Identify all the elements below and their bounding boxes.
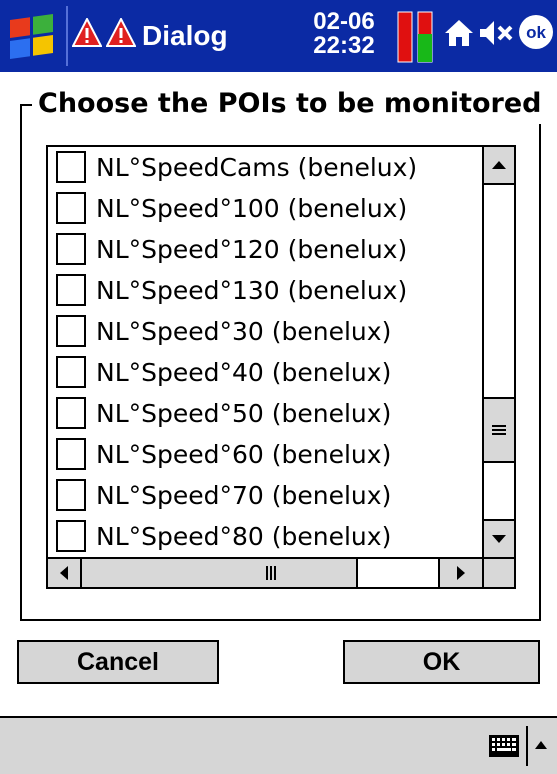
list-item[interactable]: NL°Speed°50 (benelux) <box>54 393 482 434</box>
warning-icon[interactable] <box>72 18 102 48</box>
list-item[interactable]: NL°SpeedCams (benelux) <box>54 147 482 188</box>
horizontal-scroll-thumb[interactable] <box>82 559 358 587</box>
checkbox[interactable] <box>56 397 86 429</box>
list-item-label: NL°Speed°60 (benelux) <box>96 440 392 469</box>
checkbox[interactable] <box>56 274 86 306</box>
list-item-label: NL°Speed°130 (benelux) <box>96 276 408 305</box>
chevron-up-icon[interactable] <box>532 736 550 754</box>
ok-close-icon[interactable]: ok <box>518 14 554 50</box>
list-item[interactable]: NL°Speed°80 (benelux) <box>54 516 482 557</box>
horizontal-scrollbar[interactable] <box>48 557 484 587</box>
list-item-label: NL°Speed°120 (benelux) <box>96 235 408 264</box>
poi-list: NL°SpeedCams (benelux) NL°Speed°100 (ben… <box>48 147 484 557</box>
list-item[interactable]: NL°Speed°60 (benelux) <box>54 434 482 475</box>
list-item-label: NL°Speed°40 (benelux) <box>96 358 392 387</box>
list-item[interactable]: NL°Speed°40 (benelux) <box>54 352 482 393</box>
list-item-label: NL°Speed°50 (benelux) <box>96 399 392 428</box>
checkbox[interactable] <box>56 192 86 224</box>
keyboard-icon[interactable] <box>488 734 520 758</box>
list-item-label: NL°Speed°100 (benelux) <box>96 194 408 223</box>
home-icon[interactable] <box>444 18 474 48</box>
scroll-up-button[interactable] <box>484 147 514 185</box>
checkbox[interactable] <box>56 438 86 470</box>
list-item[interactable]: NL°Speed°120 (benelux) <box>54 229 482 270</box>
triangle-right-icon <box>457 566 465 580</box>
list-item-label: NL°Speed°80 (benelux) <box>96 522 392 551</box>
svg-text:ok: ok <box>526 23 546 42</box>
checkbox[interactable] <box>56 520 86 552</box>
signal-strength-icon[interactable] <box>396 10 436 64</box>
list-item[interactable]: NL°Speed°70 (benelux) <box>54 475 482 516</box>
windows-start-icon[interactable] <box>2 2 66 70</box>
list-item[interactable]: NL°Speed°30 (benelux) <box>54 311 482 352</box>
menu-bar <box>0 716 557 774</box>
list-item-label: NL°Speed°30 (benelux) <box>96 317 392 346</box>
group-legend: Choose the POIs to be monitored <box>32 84 548 124</box>
cancel-button[interactable]: Cancel <box>17 640 219 684</box>
checkbox[interactable] <box>56 356 86 388</box>
checkbox[interactable] <box>56 151 86 183</box>
vertical-scroll-thumb[interactable] <box>484 397 514 463</box>
grip-icon <box>266 566 276 580</box>
checkbox[interactable] <box>56 479 86 511</box>
title-bar: Dialog 02-06 22:32 ok <box>0 0 557 72</box>
poi-listbox[interactable]: NL°SpeedCams (benelux) NL°Speed°100 (ben… <box>46 145 516 589</box>
warning-icon[interactable] <box>106 18 136 48</box>
clock[interactable]: 02-06 22:32 <box>304 10 384 58</box>
triangle-up-icon <box>492 161 506 169</box>
checkbox[interactable] <box>56 315 86 347</box>
list-item-label: NL°SpeedCams (benelux) <box>96 153 418 182</box>
sip-divider <box>526 726 528 766</box>
triangle-left-icon <box>60 566 68 580</box>
window-title: Dialog <box>142 20 228 51</box>
list-item[interactable]: NL°Speed°100 (benelux) <box>54 188 482 229</box>
scroll-left-button[interactable] <box>48 559 82 587</box>
scroll-right-button[interactable] <box>438 559 484 587</box>
scrollbar-corner <box>482 557 514 587</box>
clock-time: 22:32 <box>313 32 375 59</box>
title-bar-divider <box>66 6 68 66</box>
scroll-down-button[interactable] <box>484 519 514 557</box>
vertical-scrollbar[interactable] <box>482 147 514 557</box>
checkbox[interactable] <box>56 233 86 265</box>
volume-muted-icon[interactable] <box>478 18 514 48</box>
grip-icon <box>492 425 506 435</box>
list-item-label: NL°Speed°70 (benelux) <box>96 481 392 510</box>
clock-date: 02-06 <box>313 8 375 35</box>
list-item[interactable]: NL°Speed°130 (benelux) <box>54 270 482 311</box>
triangle-down-icon <box>492 535 506 543</box>
ok-button[interactable]: OK <box>343 640 540 684</box>
